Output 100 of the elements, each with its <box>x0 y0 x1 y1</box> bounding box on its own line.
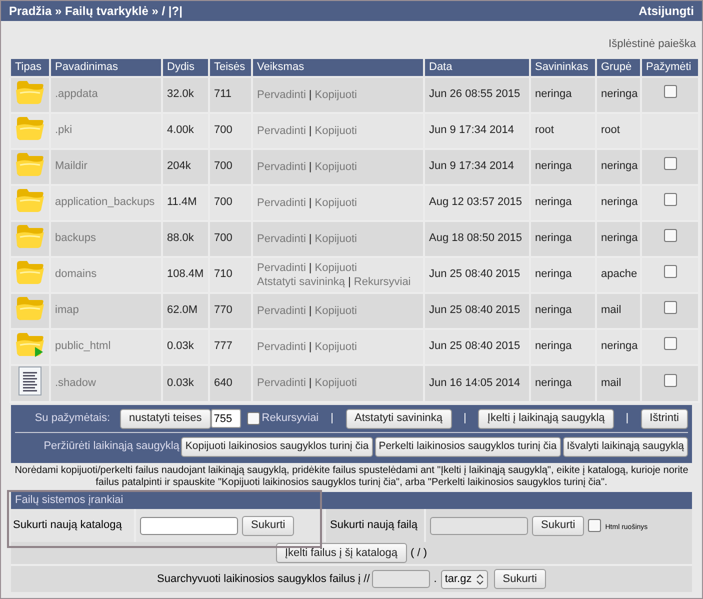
file-name-link[interactable]: .pki <box>55 124 72 136</box>
table-cell: neringa <box>601 340 638 352</box>
action-link[interactable]: Kopijuoti <box>314 232 357 246</box>
table-cell: 770 <box>214 304 232 316</box>
checkbox[interactable] <box>664 301 676 314</box>
checkbox[interactable] <box>664 265 676 278</box>
separator: | <box>308 124 312 138</box>
table-cell: Jun 9 17:34 2014 <box>429 160 514 172</box>
action-link[interactable]: Kopijuoti <box>314 304 357 318</box>
checkbox-label: Rekursyviai <box>262 411 319 426</box>
file-name-link[interactable]: backups <box>55 232 96 244</box>
checkbox[interactable] <box>664 85 676 98</box>
table-cell: neringa <box>601 232 638 244</box>
file-name-link[interactable]: .shadow <box>55 377 96 389</box>
table-cell: 700 <box>214 160 232 172</box>
action-link[interactable]: Atstatyti savininką <box>257 274 346 288</box>
table-cell: neringa <box>601 88 638 100</box>
file-name-link[interactable]: imap <box>55 304 79 316</box>
separator: | <box>348 274 351 288</box>
logout-link[interactable]: Atsijungti <box>638 2 694 20</box>
file-name-link[interactable]: Maildir <box>55 160 88 172</box>
action-link[interactable]: Pervadinti <box>257 260 306 274</box>
table-cell: 700 <box>214 124 232 136</box>
advanced-search-link[interactable]: Išplėstinė paieška <box>608 36 696 52</box>
view-clipboard-link[interactable]: Peržiūrėti laikinąją saugyklą <box>44 438 180 455</box>
table-cell: 700 <box>214 196 232 208</box>
table-cell: Jun 25 08:40 2015 <box>429 268 520 280</box>
create-archive-button[interactable]: Sukurti <box>494 569 546 589</box>
table-cell: neringa <box>535 304 572 316</box>
action-link[interactable]: Kopijuoti <box>314 376 357 390</box>
table-cell: neringa <box>535 268 572 280</box>
field-label: Sukurti naują katalogą <box>13 518 122 534</box>
file-name-link[interactable]: public_html <box>55 340 111 352</box>
separator: | <box>330 411 334 426</box>
table-cell: Jun 9 17:34 2014 <box>429 124 514 136</box>
separator: | <box>626 411 629 426</box>
file-name-link[interactable]: .appdata <box>55 88 98 100</box>
table-cell: neringa <box>535 232 572 244</box>
action-link[interactable]: Pervadinti <box>257 340 306 354</box>
dot-text: . <box>434 572 437 587</box>
table-cell: Aug 18 08:50 2015 <box>429 232 522 244</box>
action-link[interactable]: Kopijuoti <box>314 160 357 174</box>
column-header: Tipas <box>10 58 50 76</box>
upload-button[interactable]: Įkelti failus į šį katalogą <box>276 543 406 563</box>
table-cell: neringa <box>601 196 638 208</box>
table-cell: 0.03k <box>167 377 194 389</box>
separator: | <box>308 340 312 354</box>
action-link[interactable]: Pervadinti <box>257 160 306 174</box>
checkbox[interactable] <box>664 193 676 206</box>
toolbar-label: Su pažymėtais: <box>34 411 110 426</box>
action-link[interactable]: Kopijuoti <box>314 340 357 354</box>
table-cell: 640 <box>214 377 232 389</box>
separator: | <box>308 232 312 246</box>
table-cell: Jun 16 14:05 2014 <box>429 377 520 389</box>
table-cell: 4.00k <box>167 124 194 136</box>
checkbox[interactable] <box>664 157 676 170</box>
column-header: Data <box>424 58 530 76</box>
column-header: Pavadinimas <box>50 58 162 76</box>
create-file-button[interactable]: Sukurti <box>532 516 584 536</box>
action-link[interactable]: Pervadinti <box>257 376 306 390</box>
action-link[interactable]: Pervadinti <box>257 88 306 102</box>
copy-clipboard-button[interactable]: Kopijuoti laikinosios saugyklos turinį čia <box>181 436 373 456</box>
table-cell: neringa <box>535 340 572 352</box>
directory-name-field[interactable] <box>140 516 238 534</box>
separator: | <box>308 196 312 210</box>
delete-button[interactable]: Ištrinti <box>640 408 688 428</box>
reset-owner-button[interactable]: Atstatyti savininką <box>346 408 452 428</box>
table-cell: 11.4M <box>167 196 197 208</box>
checkbox[interactable] <box>664 374 676 387</box>
separator: | <box>308 260 312 274</box>
checkbox[interactable] <box>588 519 602 532</box>
file-name-link[interactable]: domains <box>55 268 97 280</box>
action-link[interactable]: Pervadinti <box>257 124 306 138</box>
action-link[interactable]: Kopijuoti <box>314 196 357 210</box>
action-link[interactable]: Pervadinti <box>257 304 306 318</box>
move-clipboard-button[interactable]: Perkelti laikinosios saugyklos turinį čia <box>374 436 561 456</box>
add-to-clipboard-button[interactable]: Įkelti į laikinąją saugyklą <box>478 408 614 428</box>
table-cell: 108.4M <box>167 268 204 280</box>
set-permissions-button[interactable]: nustatyti teises <box>120 408 211 428</box>
table-cell: neringa <box>601 160 638 172</box>
format-select[interactable]: tar.gz <box>440 570 488 588</box>
clear-clipboard-button[interactable]: Išvalyti laikinąją saugyklą <box>562 436 688 456</box>
action-link[interactable]: Kopijuoti <box>314 260 357 274</box>
checkbox[interactable] <box>664 229 676 242</box>
checkbox[interactable] <box>664 337 676 350</box>
table-cell: Jun 25 08:40 2015 <box>429 340 520 352</box>
create-directory-button[interactable]: Sukurti <box>242 516 294 536</box>
action-link[interactable]: Kopijuoti <box>314 124 357 138</box>
table-cell: Jun 25 08:40 2015 <box>429 304 520 316</box>
action-link[interactable]: Pervadinti <box>257 232 306 246</box>
file-name-field[interactable] <box>430 516 528 534</box>
permissions-field[interactable]: 755 <box>210 409 241 428</box>
table-cell: 700 <box>214 232 232 244</box>
checkbox[interactable] <box>246 412 260 425</box>
table-cell: neringa <box>535 196 572 208</box>
action-link[interactable]: Rekursyviai <box>354 274 411 288</box>
section-header: Failų sistemos įrankiai <box>11 492 692 509</box>
action-link[interactable]: Pervadinti <box>257 196 306 210</box>
archive-name-field[interactable] <box>372 570 430 588</box>
action-link[interactable]: Kopijuoti <box>314 88 357 102</box>
